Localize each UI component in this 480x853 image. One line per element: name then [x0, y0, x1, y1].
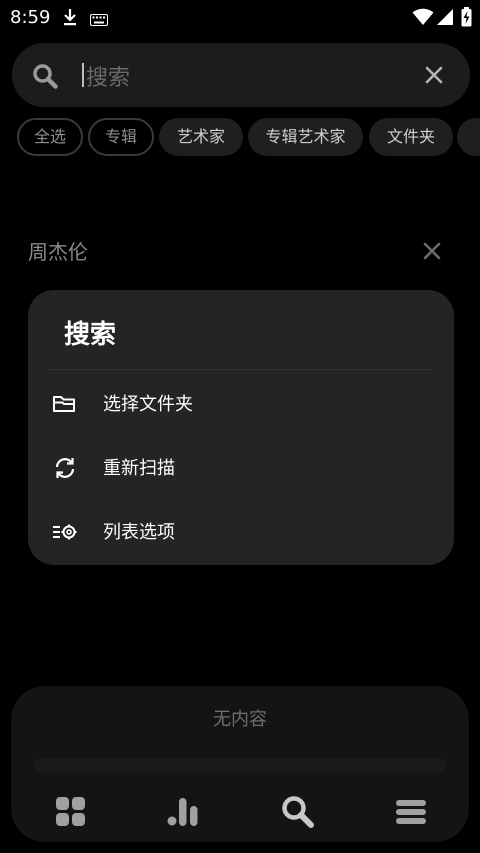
refresh-icon: [51, 456, 79, 484]
wifi-icon: [412, 8, 434, 30]
hamburger-menu-icon[interactable]: [391, 792, 431, 832]
search-icon[interactable]: [278, 792, 318, 832]
recent-search-item[interactable]: 周杰伦: [28, 236, 88, 265]
search-bar[interactable]: 搜索: [12, 43, 470, 107]
keyboard-icon: [90, 11, 108, 30]
status-bar: 8:59: [0, 0, 480, 34]
battery-charging-icon: [461, 7, 472, 31]
filter-chips: 全选 专辑 艺术家 专辑艺术家 文件夹: [16, 118, 480, 158]
grid-icon[interactable]: [51, 792, 91, 832]
menu-item-list-options[interactable]: 列表选项: [28, 502, 454, 562]
bottom-panel: 无内容: [11, 686, 469, 842]
list-settings-icon: [51, 520, 79, 548]
folder-icon: [51, 392, 79, 420]
bar-chart-icon[interactable]: [164, 792, 204, 832]
menu-item-label: 列表选项: [103, 522, 175, 543]
download-icon: [62, 8, 78, 30]
menu-title: 搜索: [64, 320, 117, 350]
chip-more[interactable]: [457, 118, 480, 156]
search-icon[interactable]: [32, 63, 58, 93]
status-time: 8:59: [10, 7, 51, 28]
menu-item-label: 重新扫描: [103, 458, 175, 479]
chip-artist[interactable]: 艺术家: [159, 118, 243, 156]
chip-album[interactable]: 专辑: [88, 118, 154, 156]
menu-item-select-folder[interactable]: 选择文件夹: [28, 374, 454, 434]
now-playing-empty: 无内容: [213, 709, 267, 730]
menu-item-label: 选择文件夹: [103, 394, 193, 415]
chip-album-artist[interactable]: 专辑艺术家: [248, 118, 363, 156]
text-cursor: [82, 63, 84, 87]
search-input[interactable]: 搜索: [86, 60, 130, 92]
remove-recent-icon[interactable]: [421, 240, 443, 266]
chip-folder[interactable]: 文件夹: [369, 118, 453, 156]
clear-search-icon[interactable]: [422, 63, 446, 91]
search-options-menu: 搜索 选择文件夹 重新扫描 列表选项: [28, 290, 454, 565]
chip-select-all[interactable]: 全选: [17, 118, 83, 156]
playback-progress-bar[interactable]: [33, 758, 447, 772]
signal-icon: [436, 8, 454, 30]
menu-item-rescan[interactable]: 重新扫描: [28, 438, 454, 498]
bottom-nav: [11, 792, 469, 832]
menu-divider: [48, 369, 434, 370]
